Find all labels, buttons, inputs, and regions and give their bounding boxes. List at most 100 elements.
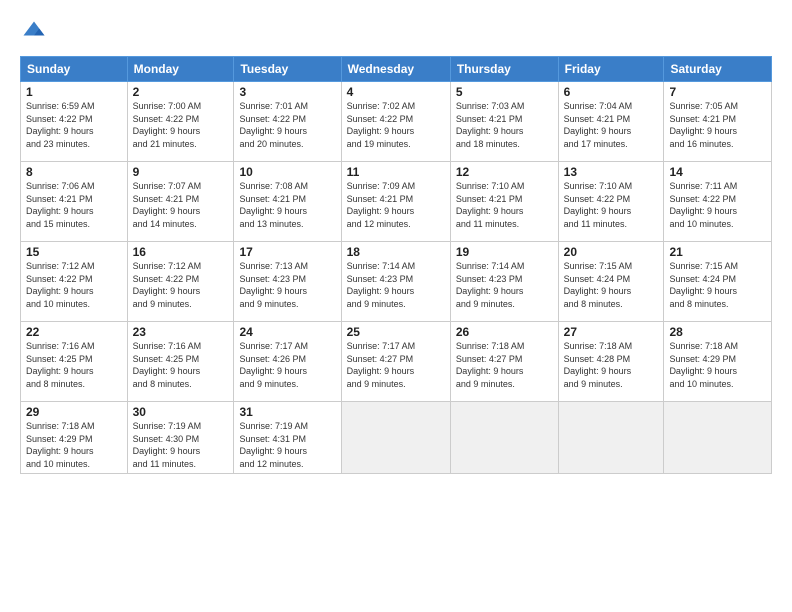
day-cell xyxy=(558,402,664,474)
day-cell: 10Sunrise: 7:08 AM Sunset: 4:21 PM Dayli… xyxy=(234,162,341,242)
day-number: 2 xyxy=(133,85,229,99)
day-cell: 24Sunrise: 7:17 AM Sunset: 4:26 PM Dayli… xyxy=(234,322,341,402)
day-cell: 27Sunrise: 7:18 AM Sunset: 4:28 PM Dayli… xyxy=(558,322,664,402)
day-info: Sunrise: 7:10 AM Sunset: 4:22 PM Dayligh… xyxy=(564,180,659,230)
day-number: 22 xyxy=(26,325,122,339)
day-cell: 23Sunrise: 7:16 AM Sunset: 4:25 PM Dayli… xyxy=(127,322,234,402)
day-number: 20 xyxy=(564,245,659,259)
week-row-1: 1Sunrise: 6:59 AM Sunset: 4:22 PM Daylig… xyxy=(21,82,772,162)
week-row-5: 29Sunrise: 7:18 AM Sunset: 4:29 PM Dayli… xyxy=(21,402,772,474)
day-cell: 31Sunrise: 7:19 AM Sunset: 4:31 PM Dayli… xyxy=(234,402,341,474)
day-cell: 30Sunrise: 7:19 AM Sunset: 4:30 PM Dayli… xyxy=(127,402,234,474)
day-info: Sunrise: 7:17 AM Sunset: 4:27 PM Dayligh… xyxy=(347,340,445,390)
day-number: 1 xyxy=(26,85,122,99)
day-number: 14 xyxy=(669,165,766,179)
day-number: 18 xyxy=(347,245,445,259)
day-number: 28 xyxy=(669,325,766,339)
day-cell: 19Sunrise: 7:14 AM Sunset: 4:23 PM Dayli… xyxy=(450,242,558,322)
day-cell: 12Sunrise: 7:10 AM Sunset: 4:21 PM Dayli… xyxy=(450,162,558,242)
day-info: Sunrise: 7:14 AM Sunset: 4:23 PM Dayligh… xyxy=(456,260,553,310)
day-info: Sunrise: 7:18 AM Sunset: 4:29 PM Dayligh… xyxy=(669,340,766,390)
day-number: 8 xyxy=(26,165,122,179)
day-info: Sunrise: 7:19 AM Sunset: 4:31 PM Dayligh… xyxy=(239,420,335,470)
day-cell: 26Sunrise: 7:18 AM Sunset: 4:27 PM Dayli… xyxy=(450,322,558,402)
day-info: Sunrise: 7:15 AM Sunset: 4:24 PM Dayligh… xyxy=(564,260,659,310)
day-number: 10 xyxy=(239,165,335,179)
day-number: 11 xyxy=(347,165,445,179)
day-number: 24 xyxy=(239,325,335,339)
day-info: Sunrise: 7:11 AM Sunset: 4:22 PM Dayligh… xyxy=(669,180,766,230)
day-header-tuesday: Tuesday xyxy=(234,57,341,82)
day-number: 13 xyxy=(564,165,659,179)
day-cell: 15Sunrise: 7:12 AM Sunset: 4:22 PM Dayli… xyxy=(21,242,128,322)
day-cell: 13Sunrise: 7:10 AM Sunset: 4:22 PM Dayli… xyxy=(558,162,664,242)
day-number: 25 xyxy=(347,325,445,339)
day-cell: 28Sunrise: 7:18 AM Sunset: 4:29 PM Dayli… xyxy=(664,322,772,402)
day-cell: 6Sunrise: 7:04 AM Sunset: 4:21 PM Daylig… xyxy=(558,82,664,162)
day-cell: 3Sunrise: 7:01 AM Sunset: 4:22 PM Daylig… xyxy=(234,82,341,162)
page: SundayMondayTuesdayWednesdayThursdayFrid… xyxy=(0,0,792,484)
day-info: Sunrise: 7:04 AM Sunset: 4:21 PM Dayligh… xyxy=(564,100,659,150)
day-cell: 22Sunrise: 7:16 AM Sunset: 4:25 PM Dayli… xyxy=(21,322,128,402)
day-number: 29 xyxy=(26,405,122,419)
day-header-saturday: Saturday xyxy=(664,57,772,82)
day-number: 17 xyxy=(239,245,335,259)
day-number: 3 xyxy=(239,85,335,99)
header-row: SundayMondayTuesdayWednesdayThursdayFrid… xyxy=(21,57,772,82)
day-cell: 4Sunrise: 7:02 AM Sunset: 4:22 PM Daylig… xyxy=(341,82,450,162)
day-number: 27 xyxy=(564,325,659,339)
day-header-wednesday: Wednesday xyxy=(341,57,450,82)
day-number: 6 xyxy=(564,85,659,99)
day-cell: 18Sunrise: 7:14 AM Sunset: 4:23 PM Dayli… xyxy=(341,242,450,322)
day-cell: 21Sunrise: 7:15 AM Sunset: 4:24 PM Dayli… xyxy=(664,242,772,322)
logo xyxy=(20,18,52,46)
day-info: Sunrise: 7:12 AM Sunset: 4:22 PM Dayligh… xyxy=(26,260,122,310)
day-number: 5 xyxy=(456,85,553,99)
day-info: Sunrise: 7:19 AM Sunset: 4:30 PM Dayligh… xyxy=(133,420,229,470)
day-info: Sunrise: 7:08 AM Sunset: 4:21 PM Dayligh… xyxy=(239,180,335,230)
day-info: Sunrise: 6:59 AM Sunset: 4:22 PM Dayligh… xyxy=(26,100,122,150)
day-number: 15 xyxy=(26,245,122,259)
day-cell: 29Sunrise: 7:18 AM Sunset: 4:29 PM Dayli… xyxy=(21,402,128,474)
day-info: Sunrise: 7:16 AM Sunset: 4:25 PM Dayligh… xyxy=(133,340,229,390)
day-cell: 2Sunrise: 7:00 AM Sunset: 4:22 PM Daylig… xyxy=(127,82,234,162)
day-cell: 11Sunrise: 7:09 AM Sunset: 4:21 PM Dayli… xyxy=(341,162,450,242)
day-info: Sunrise: 7:03 AM Sunset: 4:21 PM Dayligh… xyxy=(456,100,553,150)
day-info: Sunrise: 7:10 AM Sunset: 4:21 PM Dayligh… xyxy=(456,180,553,230)
day-info: Sunrise: 7:13 AM Sunset: 4:23 PM Dayligh… xyxy=(239,260,335,310)
day-info: Sunrise: 7:06 AM Sunset: 4:21 PM Dayligh… xyxy=(26,180,122,230)
day-number: 31 xyxy=(239,405,335,419)
day-header-friday: Friday xyxy=(558,57,664,82)
day-number: 19 xyxy=(456,245,553,259)
day-cell: 25Sunrise: 7:17 AM Sunset: 4:27 PM Dayli… xyxy=(341,322,450,402)
day-cell: 20Sunrise: 7:15 AM Sunset: 4:24 PM Dayli… xyxy=(558,242,664,322)
week-row-3: 15Sunrise: 7:12 AM Sunset: 4:22 PM Dayli… xyxy=(21,242,772,322)
day-number: 4 xyxy=(347,85,445,99)
day-cell: 5Sunrise: 7:03 AM Sunset: 4:21 PM Daylig… xyxy=(450,82,558,162)
day-cell: 16Sunrise: 7:12 AM Sunset: 4:22 PM Dayli… xyxy=(127,242,234,322)
day-info: Sunrise: 7:18 AM Sunset: 4:29 PM Dayligh… xyxy=(26,420,122,470)
day-info: Sunrise: 7:15 AM Sunset: 4:24 PM Dayligh… xyxy=(669,260,766,310)
day-number: 12 xyxy=(456,165,553,179)
logo-icon xyxy=(20,18,48,46)
day-cell xyxy=(450,402,558,474)
day-cell xyxy=(664,402,772,474)
day-number: 23 xyxy=(133,325,229,339)
week-row-2: 8Sunrise: 7:06 AM Sunset: 4:21 PM Daylig… xyxy=(21,162,772,242)
calendar: SundayMondayTuesdayWednesdayThursdayFrid… xyxy=(20,56,772,474)
day-cell: 9Sunrise: 7:07 AM Sunset: 4:21 PM Daylig… xyxy=(127,162,234,242)
day-number: 30 xyxy=(133,405,229,419)
day-number: 26 xyxy=(456,325,553,339)
day-info: Sunrise: 7:17 AM Sunset: 4:26 PM Dayligh… xyxy=(239,340,335,390)
day-header-thursday: Thursday xyxy=(450,57,558,82)
day-header-monday: Monday xyxy=(127,57,234,82)
day-cell xyxy=(341,402,450,474)
day-info: Sunrise: 7:18 AM Sunset: 4:28 PM Dayligh… xyxy=(564,340,659,390)
day-cell: 14Sunrise: 7:11 AM Sunset: 4:22 PM Dayli… xyxy=(664,162,772,242)
day-info: Sunrise: 7:16 AM Sunset: 4:25 PM Dayligh… xyxy=(26,340,122,390)
header xyxy=(20,18,772,46)
day-number: 7 xyxy=(669,85,766,99)
week-row-4: 22Sunrise: 7:16 AM Sunset: 4:25 PM Dayli… xyxy=(21,322,772,402)
day-info: Sunrise: 7:00 AM Sunset: 4:22 PM Dayligh… xyxy=(133,100,229,150)
day-cell: 1Sunrise: 6:59 AM Sunset: 4:22 PM Daylig… xyxy=(21,82,128,162)
